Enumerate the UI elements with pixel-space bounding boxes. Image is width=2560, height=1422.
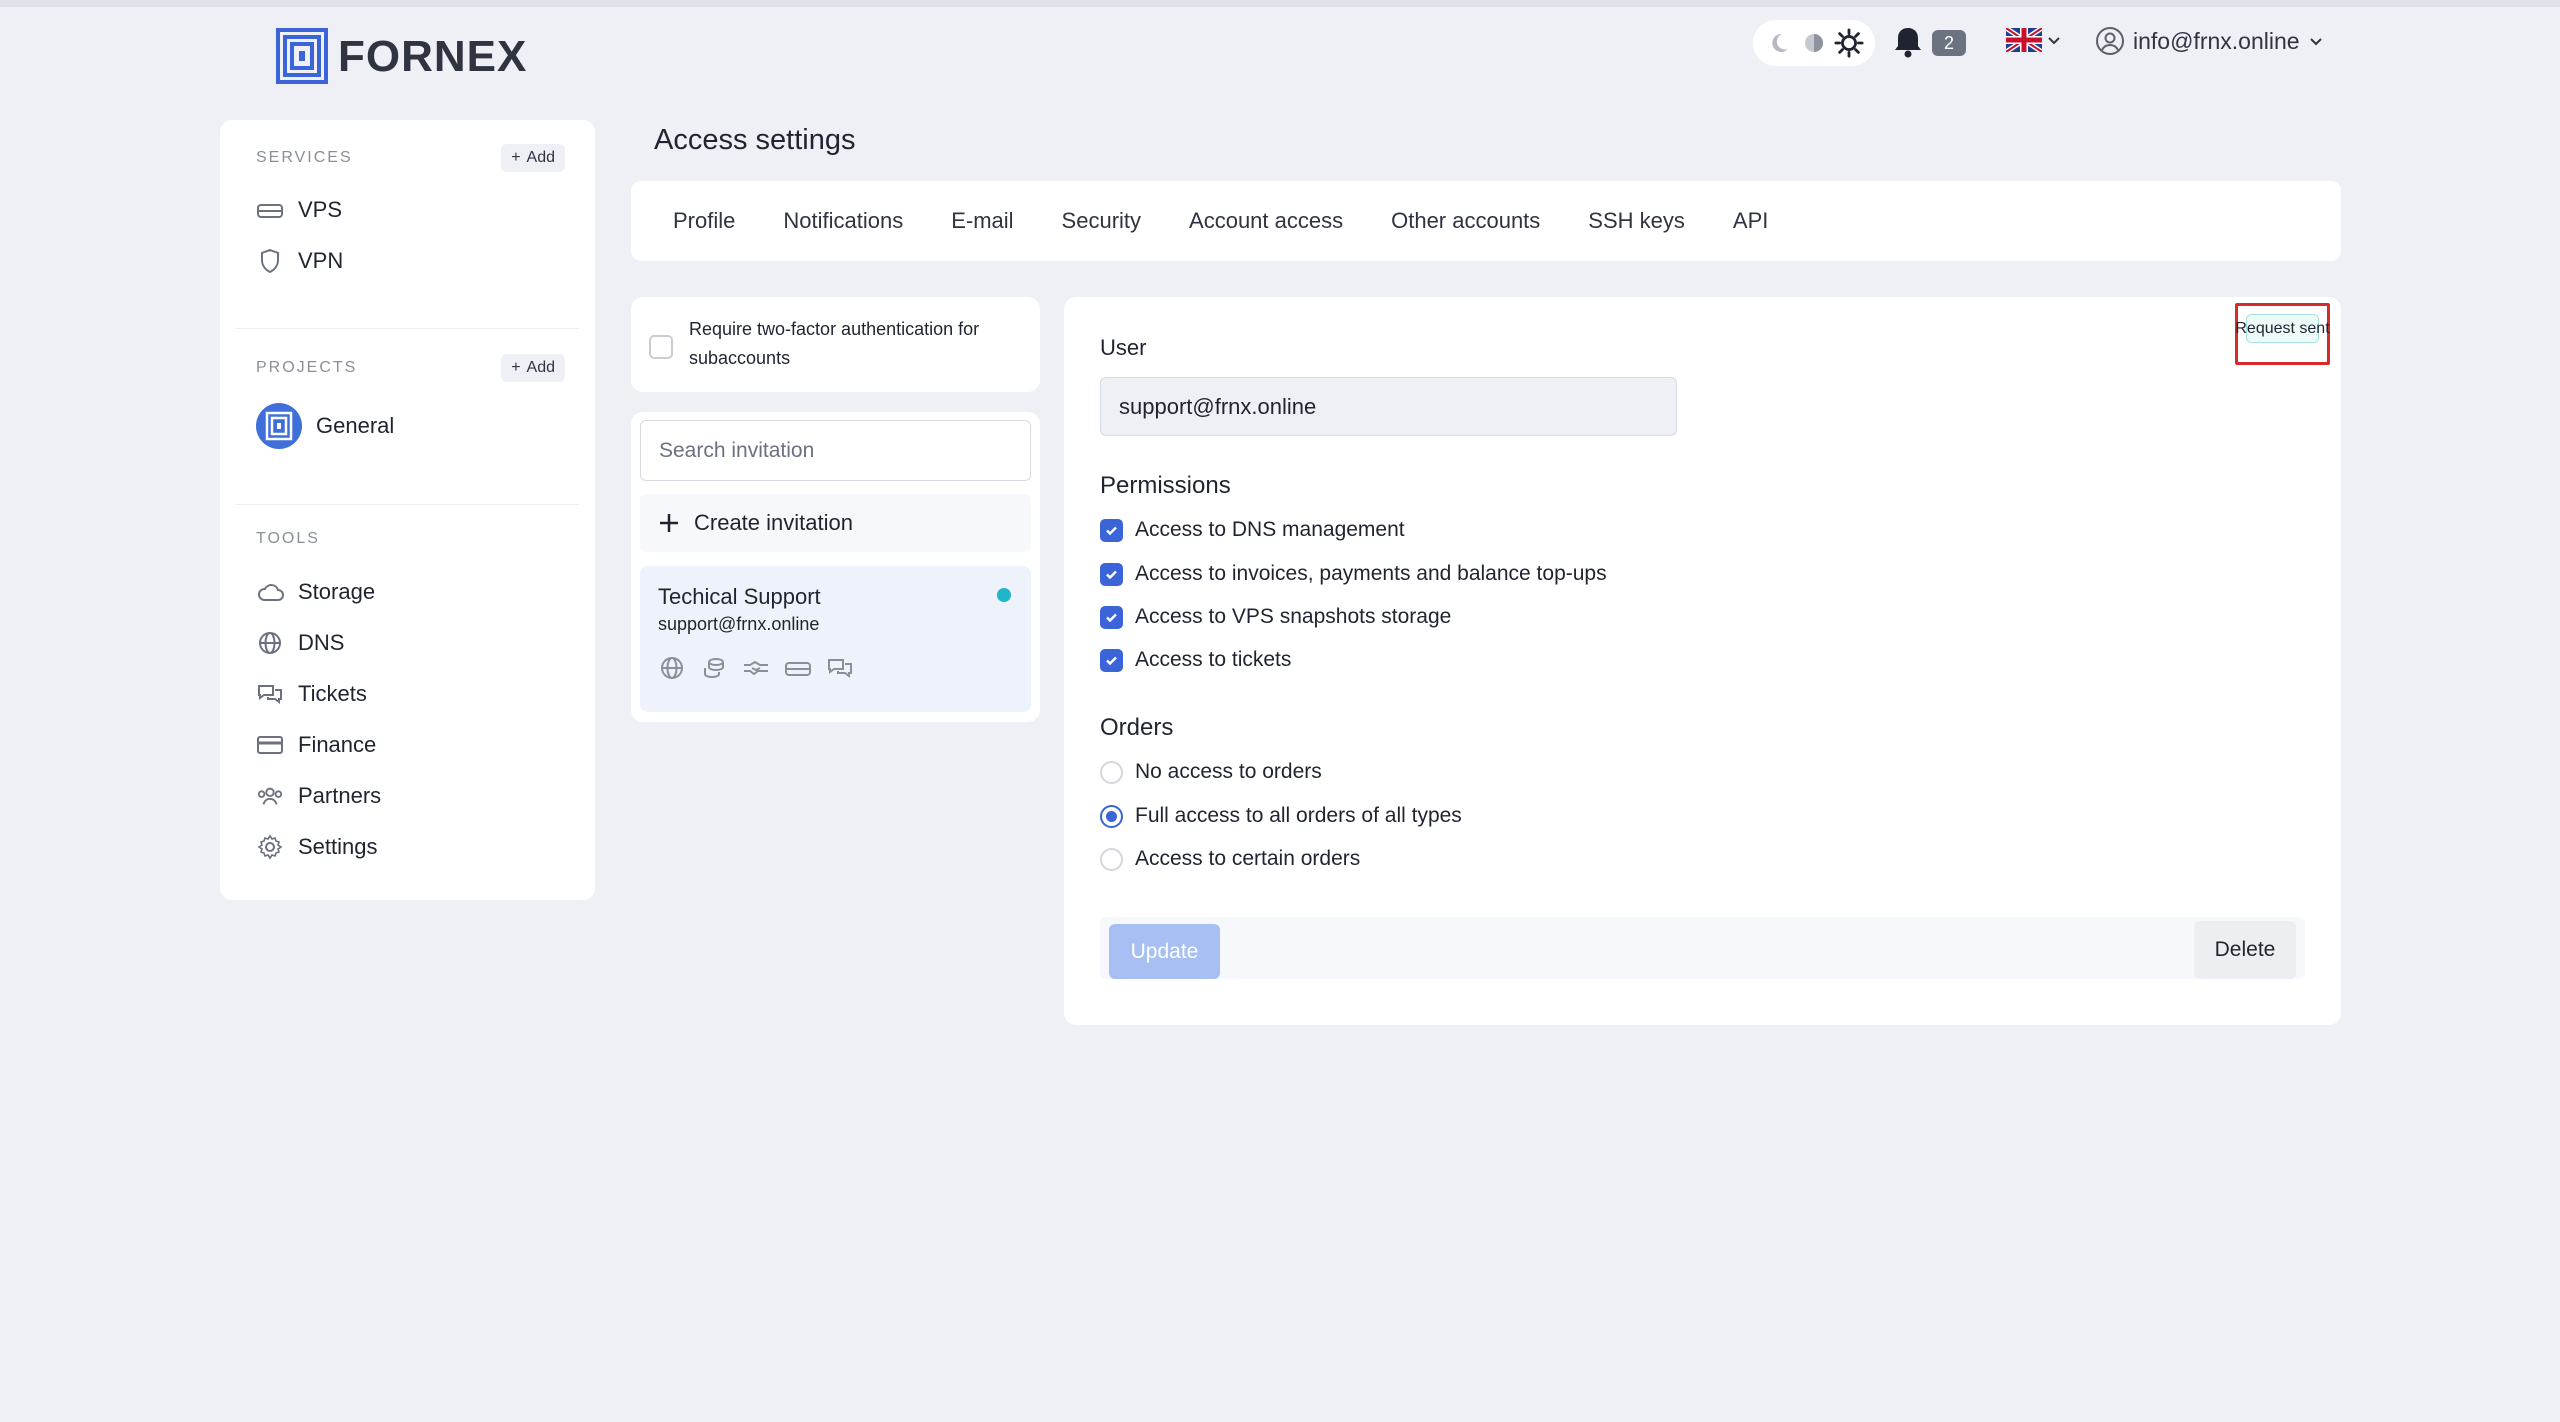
page-title: Access settings	[654, 124, 856, 156]
twofa-label: Require two-factor authentication for su…	[689, 319, 980, 368]
server-icon	[784, 654, 812, 682]
invitation-item[interactable]: Techical Support support@frnx.online	[640, 566, 1031, 712]
status-dot	[997, 588, 1011, 602]
update-button[interactable]: Update	[1109, 924, 1220, 979]
radio-button[interactable]	[1100, 760, 1123, 784]
checkbox-checked[interactable]	[1100, 518, 1123, 542]
permission-invoices[interactable]: Access to invoices, payments and balance…	[1100, 562, 1607, 586]
sidebar-item-storage[interactable]: Storage	[256, 578, 375, 606]
gear-icon	[256, 833, 284, 861]
theme-toggle[interactable]	[1753, 20, 1875, 66]
sidebar-item-vps[interactable]: VPS	[256, 196, 342, 224]
brand-name: FORNEX	[338, 32, 528, 81]
invitation-permission-icons	[658, 654, 854, 682]
checkbox-checked[interactable]	[1100, 562, 1123, 586]
tab-account-access[interactable]: Account access	[1189, 208, 1343, 234]
sidebar-item-tickets[interactable]: Tickets	[256, 680, 367, 708]
tab-ssh-keys[interactable]: SSH keys	[1588, 208, 1685, 234]
fornex-logo-icon	[276, 28, 328, 84]
projects-title: PROJECTS	[256, 359, 358, 376]
language-selector[interactable]	[2006, 28, 2062, 52]
sidebar-item-vpn[interactable]: VPN	[256, 247, 343, 275]
shield-icon	[256, 247, 284, 275]
radio-button-selected[interactable]	[1100, 804, 1123, 828]
sidebar-item-settings[interactable]: Settings	[256, 833, 378, 861]
services-section-head: SERVICES + Add	[256, 144, 565, 172]
sidebar-item-project-general[interactable]: General	[256, 403, 394, 449]
plus-icon	[660, 514, 678, 532]
half-circle-icon[interactable]	[1799, 28, 1829, 58]
plus-icon: +	[511, 359, 521, 376]
users-icon	[256, 782, 284, 810]
projects-section-head: PROJECTS + Add	[256, 354, 565, 382]
coins-icon	[700, 654, 728, 682]
permission-dns[interactable]: Access to DNS management	[1100, 518, 1405, 542]
form-footer	[1100, 917, 2305, 979]
order-option-full[interactable]: Full access to all orders of all types	[1100, 804, 1462, 828]
server-icon	[256, 196, 284, 224]
add-service-button[interactable]: + Add	[501, 144, 565, 172]
twofa-checkbox[interactable]	[649, 335, 673, 359]
add-project-button[interactable]: + Add	[501, 354, 565, 382]
cloud-icon	[256, 578, 284, 606]
tab-api[interactable]: API	[1733, 208, 1768, 234]
settings-tabs: Profile Notifications E-mail Security Ac…	[631, 181, 2341, 261]
tab-notifications[interactable]: Notifications	[783, 208, 903, 234]
order-option-certain[interactable]: Access to certain orders	[1100, 847, 1360, 871]
orders-title: Orders	[1100, 714, 1174, 741]
status-badge: Request sent	[2235, 314, 2330, 343]
divider	[236, 504, 579, 505]
account-email: info@frnx.online	[2133, 27, 2300, 54]
sidebar-item-partners[interactable]: Partners	[256, 782, 381, 810]
tab-profile[interactable]: Profile	[673, 208, 735, 234]
chevron-down-icon	[2048, 37, 2060, 45]
sun-icon[interactable]	[1834, 28, 1864, 58]
globe-icon	[658, 654, 686, 682]
card-icon	[256, 731, 284, 759]
invitation-name: Techical Support	[658, 584, 821, 609]
permission-snapshots[interactable]: Access to VPS snapshots storage	[1100, 605, 1451, 629]
twofa-card: Require two-factor authentication for su…	[631, 297, 1040, 392]
handshake-icon	[742, 654, 770, 682]
tab-security[interactable]: Security	[1062, 208, 1141, 234]
project-icon	[256, 403, 302, 449]
user-value: support@frnx.online	[1119, 393, 1317, 419]
globe-icon	[256, 629, 284, 657]
delete-button[interactable]: Delete	[2194, 921, 2296, 979]
invitation-email: support@frnx.online	[658, 614, 820, 634]
tab-other-accounts[interactable]: Other accounts	[1391, 208, 1540, 234]
permission-tickets[interactable]: Access to tickets	[1100, 648, 1291, 672]
chat-icon	[256, 680, 284, 708]
flag-uk-icon	[2006, 28, 2042, 52]
checkbox-checked[interactable]	[1100, 648, 1123, 672]
bell-icon[interactable]	[1890, 24, 1926, 60]
plus-icon: +	[511, 149, 521, 166]
create-invitation-button[interactable]: Create invitation	[640, 494, 1031, 552]
sidebar-item-dns[interactable]: DNS	[256, 629, 344, 657]
permissions-title: Permissions	[1100, 472, 1231, 499]
account-menu[interactable]: info@frnx.online	[2095, 26, 2324, 56]
chevron-down-icon	[2309, 38, 2322, 46]
services-title: SERVICES	[256, 149, 353, 166]
radio-button[interactable]	[1100, 847, 1123, 871]
user-field: support@frnx.online	[1100, 377, 1677, 436]
moon-icon[interactable]	[1764, 28, 1794, 58]
divider	[236, 328, 579, 329]
user-circle-icon	[2096, 27, 2124, 55]
invitations-panel: Create invitation Techical Support suppo…	[631, 412, 1040, 722]
sidebar-item-finance[interactable]: Finance	[256, 731, 376, 759]
chat-icon	[826, 654, 854, 682]
tools-section-head: TOOLS	[256, 530, 565, 548]
top-strip	[0, 0, 2560, 7]
user-label: User	[1100, 335, 1147, 360]
tab-email[interactable]: E-mail	[951, 208, 1013, 234]
notification-count-badge[interactable]: 2	[1932, 30, 1966, 56]
tools-title: TOOLS	[256, 530, 320, 547]
access-detail-panel: Request sent User support@frnx.online Pe…	[1064, 297, 2341, 1025]
logo[interactable]: FORNEX	[276, 28, 527, 86]
order-option-none[interactable]: No access to orders	[1100, 760, 1322, 784]
sidebar: SERVICES + Add VPS VPN PROJECTS + Add Ge…	[220, 120, 595, 900]
checkbox-checked[interactable]	[1100, 605, 1123, 629]
search-invitation-input[interactable]	[640, 420, 1031, 481]
